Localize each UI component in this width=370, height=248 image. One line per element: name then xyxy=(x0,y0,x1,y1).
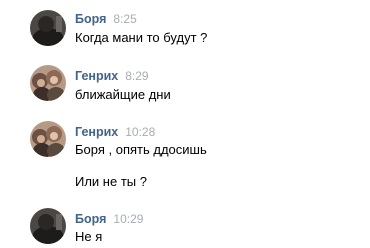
author-name[interactable]: Генрих xyxy=(75,69,118,83)
message-time: 10:29 xyxy=(113,212,144,226)
user-avatar-dark-icon xyxy=(30,208,66,244)
chat-history: Боря 8:25 Когда мани то будут ? Генрих 8:2… xyxy=(0,0,370,248)
message-text: ближайщие дни xyxy=(75,87,171,102)
message-text: Не я xyxy=(75,229,103,244)
author-name[interactable]: Генрих xyxy=(75,125,118,139)
avatar[interactable] xyxy=(30,65,66,101)
user-avatar-photo-icon xyxy=(30,121,66,157)
user-avatar-photo-icon xyxy=(30,65,66,101)
author-name[interactable]: Боря xyxy=(75,212,106,226)
avatar[interactable] xyxy=(30,121,66,157)
message-time: 10:28 xyxy=(125,125,156,139)
avatar[interactable] xyxy=(30,208,66,244)
message-time: 8:29 xyxy=(125,69,149,83)
message-text: Боря , опять ддосишь xyxy=(75,142,207,157)
user-avatar-dark-icon xyxy=(30,10,66,46)
message-time: 8:25 xyxy=(113,12,137,26)
author-name[interactable]: Боря xyxy=(75,12,106,26)
message-text: Или не ты ? xyxy=(75,174,147,189)
avatar[interactable] xyxy=(30,10,66,46)
message-text: Когда мани то будут ? xyxy=(75,30,208,45)
